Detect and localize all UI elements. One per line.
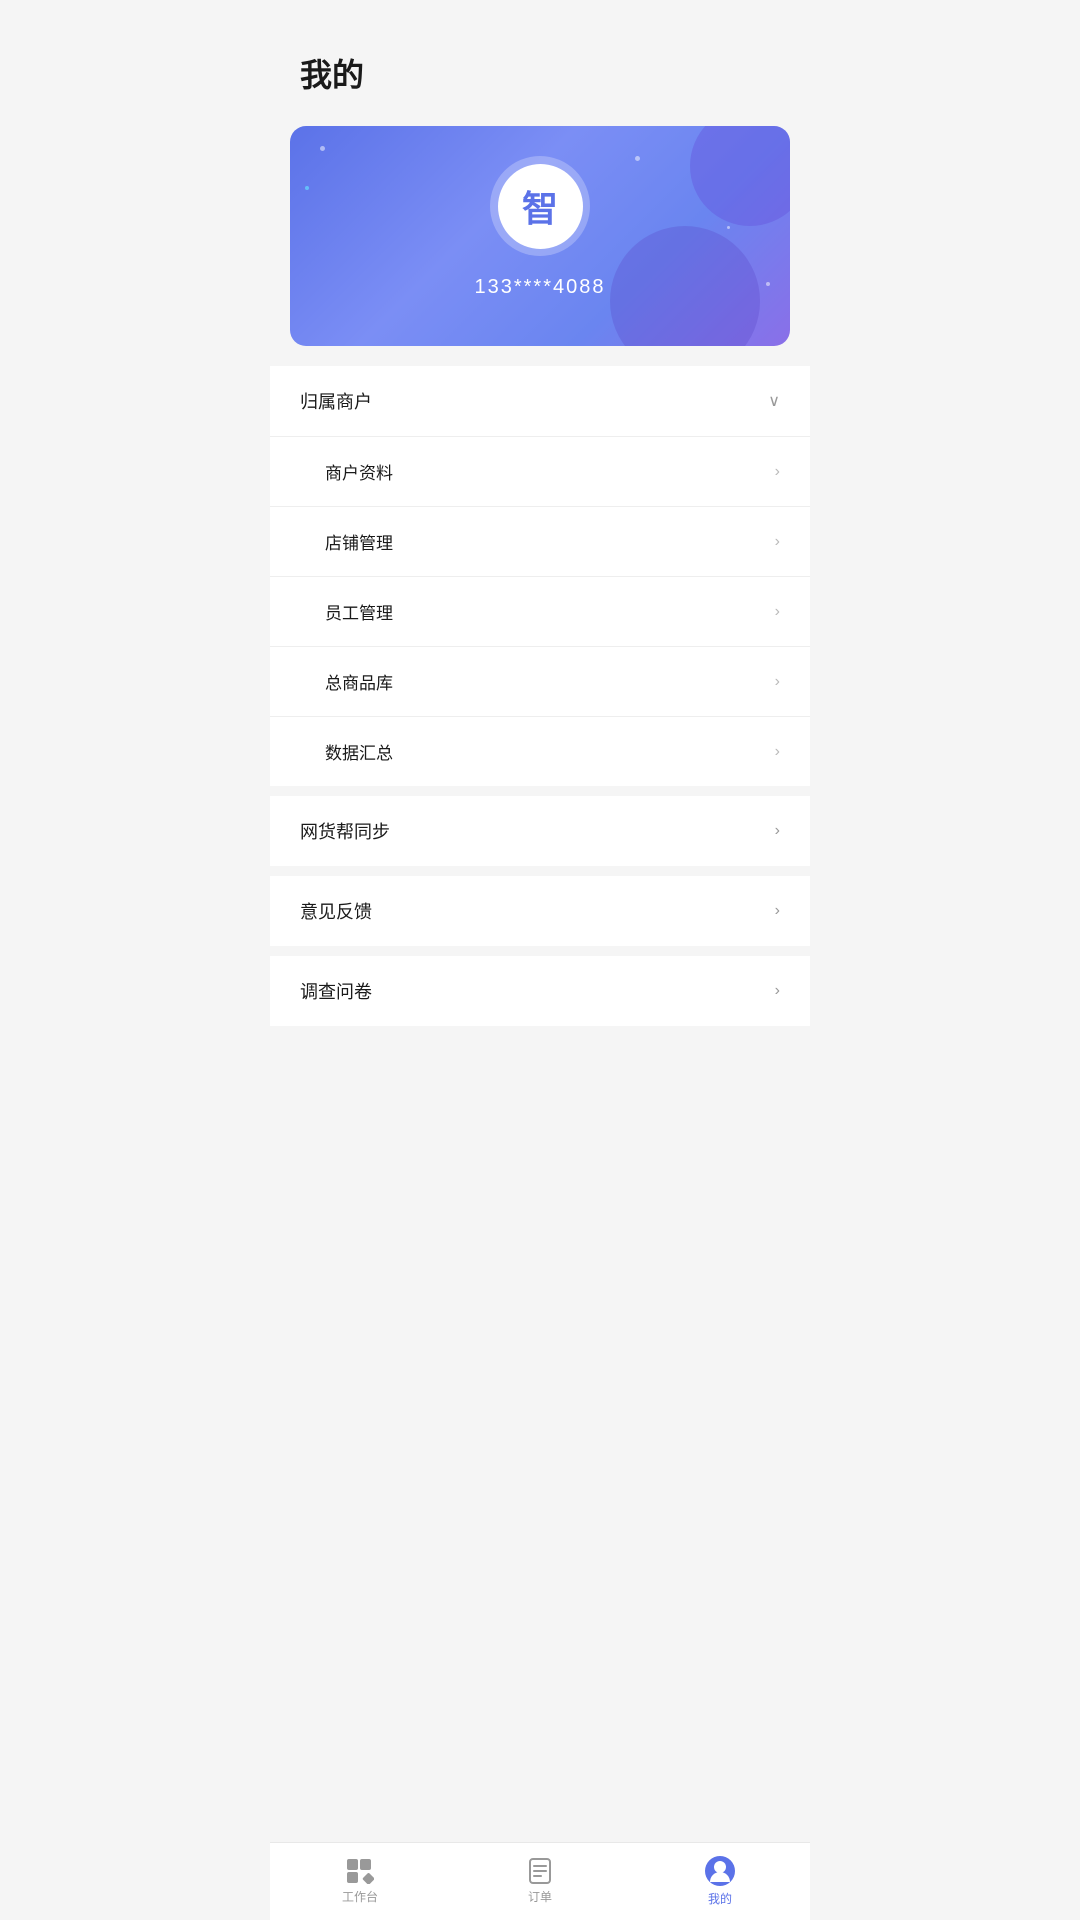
survey-header[interactable]: 调查问卷 › bbox=[270, 956, 810, 1026]
affiliated-merchant-label: 归属商户 bbox=[300, 388, 372, 414]
user-phone: 133****4088 bbox=[475, 276, 606, 299]
feedback-section: 意见反馈 › bbox=[270, 876, 810, 946]
chevron-right-icon: › bbox=[775, 533, 780, 551]
orders-icon bbox=[526, 1858, 554, 1884]
affiliated-merchant-header[interactable]: 归属商户 ∨ bbox=[270, 366, 810, 436]
survey-label: 调查问卷 bbox=[300, 978, 372, 1004]
workstation-tab-label: 工作台 bbox=[342, 1888, 378, 1905]
avatar: 智 bbox=[498, 164, 583, 249]
avatar-container: 智 bbox=[490, 156, 590, 256]
feedback-header[interactable]: 意见反馈 › bbox=[270, 876, 810, 946]
wanghuobang-section: 网货帮同步 › bbox=[270, 796, 810, 866]
menu-item-employee-management[interactable]: 员工管理 › bbox=[270, 577, 810, 647]
merchant-info-label: 商户资料 bbox=[325, 459, 393, 484]
mine-icon bbox=[705, 1856, 735, 1886]
workstation-icon bbox=[345, 1858, 375, 1884]
page-container: 我的 智 133****4088 归属商户 ∨ 商户资料 › bbox=[270, 0, 810, 1920]
nav-mine[interactable]: 我的 bbox=[630, 1843, 810, 1920]
chevron-right-icon: › bbox=[775, 982, 780, 1000]
menu-item-product-library[interactable]: 总商品库 › bbox=[270, 647, 810, 717]
wanghuobang-header[interactable]: 网货帮同步 › bbox=[270, 796, 810, 866]
product-library-label: 总商品库 bbox=[325, 669, 393, 694]
dot-2 bbox=[305, 186, 309, 190]
chevron-right-icon: › bbox=[775, 463, 780, 481]
affiliated-merchant-submenu: 商户资料 › 店铺管理 › 员工管理 › 总商品库 › 数据汇总 › bbox=[270, 436, 810, 786]
profile-card: 智 133****4088 bbox=[290, 126, 790, 346]
menu-item-store-management[interactable]: 店铺管理 › bbox=[270, 507, 810, 577]
chevron-right-icon: › bbox=[775, 902, 780, 920]
chevron-down-icon: ∨ bbox=[768, 391, 780, 411]
menu-item-data-summary[interactable]: 数据汇总 › bbox=[270, 717, 810, 786]
mine-tab-label: 我的 bbox=[708, 1890, 732, 1907]
menu-item-merchant-info[interactable]: 商户资料 › bbox=[270, 437, 810, 507]
affiliated-merchant-section: 归属商户 ∨ 商户资料 › 店铺管理 › 员工管理 › 总商品库 › 数据汇总 … bbox=[270, 366, 810, 786]
employee-management-label: 员工管理 bbox=[325, 599, 393, 624]
orders-tab-label: 订单 bbox=[528, 1888, 552, 1905]
store-management-label: 店铺管理 bbox=[325, 529, 393, 554]
dot-4 bbox=[766, 282, 770, 286]
avatar-logo: 智 bbox=[522, 180, 558, 232]
dot-1 bbox=[320, 146, 325, 151]
feedback-label: 意见反馈 bbox=[300, 898, 372, 924]
chevron-right-icon: › bbox=[775, 673, 780, 691]
nav-orders[interactable]: 订单 bbox=[450, 1843, 630, 1920]
chevron-right-icon: › bbox=[775, 603, 780, 621]
survey-section: 调查问卷 › bbox=[270, 956, 810, 1026]
wanghuobang-label: 网货帮同步 bbox=[300, 818, 390, 844]
nav-workstation[interactable]: 工作台 bbox=[270, 1843, 450, 1920]
chevron-right-icon: › bbox=[775, 822, 780, 840]
bottom-nav: 工作台 订单 我的 bbox=[270, 1842, 810, 1920]
dot-3 bbox=[635, 156, 640, 161]
page-title: 我的 bbox=[300, 50, 780, 96]
data-summary-label: 数据汇总 bbox=[325, 739, 393, 764]
chevron-right-icon: › bbox=[775, 743, 780, 761]
dot-5 bbox=[727, 226, 730, 229]
page-header: 我的 bbox=[270, 0, 810, 116]
